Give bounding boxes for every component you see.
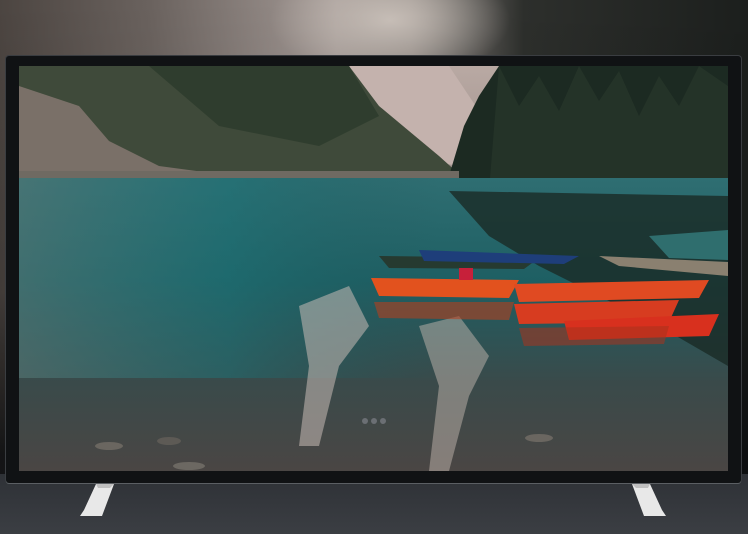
stone [95, 442, 123, 450]
tv-brand-logo [359, 418, 389, 424]
tv-logo-dot [362, 418, 368, 424]
shoreline [19, 171, 459, 179]
tv-stand-right [630, 484, 666, 517]
canoe-reflection [374, 302, 514, 320]
tv-screen [19, 66, 728, 471]
lake-landscape-image [19, 66, 728, 471]
tv-logo-dot [371, 418, 377, 424]
canoe-reflection [519, 326, 669, 346]
stone [525, 434, 553, 442]
canoe-seat-red [459, 268, 473, 280]
stone [173, 462, 205, 470]
tv-logo-dot [380, 418, 386, 424]
stone [157, 437, 181, 445]
tv-stand-left [80, 484, 114, 517]
canoe-red-1 [371, 278, 519, 298]
lake-teal-reflection [19, 178, 439, 378]
